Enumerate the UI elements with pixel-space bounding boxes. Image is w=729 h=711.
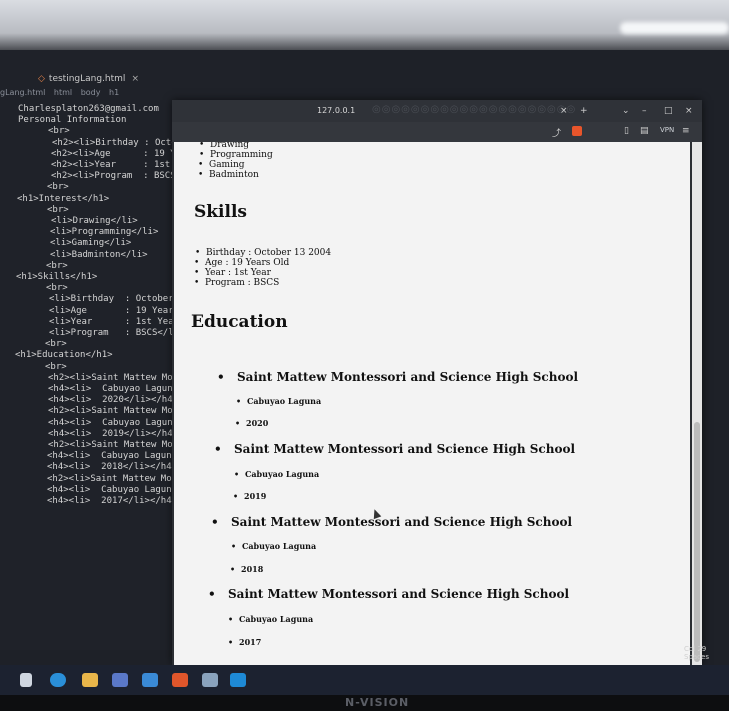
scrollbar[interactable] [692, 142, 702, 665]
close-tab-icon[interactable]: × [560, 106, 568, 116]
school-year: 2017 [228, 637, 261, 647]
code-line: <h2><li>Birthday : Octob [52, 137, 183, 148]
school-place: Cabuyao Laguna [228, 614, 313, 624]
code-line: <h4><li> 2020</li></h4> [48, 395, 179, 406]
sidebar-icon[interactable]: ▯ [624, 126, 629, 136]
interest-item: Badminton [198, 170, 259, 180]
school-name: Saint Mattew Montessori and Science High… [217, 370, 578, 384]
skill-item: Year : 1st Year [194, 268, 271, 278]
maximize-icon[interactable]: □ [664, 106, 673, 116]
minimize-icon[interactable]: – [642, 106, 647, 116]
school-place: Cabuyao Laguna [236, 396, 321, 406]
interest-item: Programming [199, 150, 273, 160]
school-place: Cabuyao Laguna [234, 469, 319, 479]
skill-item: Age : 19 Years Old [194, 258, 289, 268]
menu-icon[interactable]: ≡ [682, 126, 690, 136]
code-line: <h2><li>Program : BSCS [51, 171, 176, 182]
browser-window: 127.0.0.1 ◎◎◎◎◎◎◎◎◎◎◎◎◎◎◎◎◎◎◎◎◎ × + ⌄ – … [172, 100, 702, 665]
code-line: <br> [45, 361, 67, 372]
skill-item: Program : BSCS [194, 278, 279, 288]
code-line: <h1>Education</h1> [15, 350, 113, 361]
ceiling-light [620, 22, 729, 34]
school-name: Saint Mattew Montessori and Science High… [211, 515, 572, 529]
store-icon[interactable] [112, 673, 128, 687]
share-icon[interactable]: ⤴ [552, 126, 561, 139]
code-line: <h4><li> 2018</li></h4> [47, 462, 178, 473]
browser-toolbar: ⤴ ▯ ▤ ≡ [172, 122, 702, 142]
skills-heading: Skills [194, 202, 248, 222]
code-line: <li>Programming</li> [50, 227, 159, 238]
code-line: Charlesplaton263@gmail.com [18, 104, 159, 114]
code-line: <h2><li>Year : 1st Y [51, 160, 182, 170]
code-line: <h1>Skills</h1> [16, 272, 98, 282]
code-line: <h1>Interest</h1> [17, 193, 110, 204]
indent-setting[interactable]: Spaces [684, 653, 709, 661]
web-page: Drawing Programming Gaming Badminton Ski… [174, 142, 690, 665]
code-line: <br> [46, 260, 68, 271]
html-file-icon: ◇ [38, 74, 45, 84]
code-line: <br> [47, 204, 69, 215]
code-line: <h4><li> 2019</li></h4> [48, 428, 179, 439]
scrollbar-thumb[interactable] [694, 422, 700, 662]
new-tab-icon[interactable]: + [580, 106, 588, 116]
school-name: Saint Mattew Montessori and Science High… [208, 587, 569, 601]
code-line: <br> [47, 182, 69, 193]
brave-shield-icon[interactable] [572, 126, 582, 136]
code-line: <li>Badminton</li> [50, 249, 148, 260]
mail-icon[interactable] [142, 673, 158, 687]
interest-item: Drawing [199, 142, 249, 150]
school-name: Saint Mattew Montessori and Science High… [214, 442, 575, 456]
editor-tab[interactable]: ◇ testingLang.html × [38, 74, 139, 84]
school-year: 2019 [233, 491, 266, 501]
interest-item: Gaming [198, 160, 244, 170]
tab-strip: ◎◎◎◎◎◎◎◎◎◎◎◎◎◎◎◎◎◎◎◎◎ [372, 104, 577, 115]
browser-titlebar: 127.0.0.1 ◎◎◎◎◎◎◎◎◎◎◎◎◎◎◎◎◎◎◎◎◎ × + ⌄ – … [172, 100, 702, 122]
school-place: Cabuyao Laguna [231, 541, 316, 551]
wallet-icon[interactable]: ▤ [640, 126, 649, 136]
vscode-icon[interactable] [230, 673, 246, 687]
monitor-screen: ◇ testingLang.html × gLang.html html body … [0, 50, 729, 670]
code-line: <li>Drawing</li> [51, 216, 138, 226]
tab-url[interactable]: 127.0.0.1 [317, 106, 355, 115]
code-line: <br> [45, 339, 67, 350]
skill-item: Birthday : October 13 2004 [195, 248, 331, 258]
close-window-icon[interactable]: × [685, 106, 693, 116]
code-line: Personal Information [18, 115, 127, 126]
task-view-icon[interactable] [20, 673, 32, 687]
breadcrumb-html[interactable]: html [54, 88, 72, 97]
edge-icon[interactable] [50, 673, 66, 687]
taskbar [0, 665, 729, 695]
breadcrumb-body[interactable]: body [81, 88, 101, 97]
code-line: <h4><li> 2017</li></h4> [47, 496, 178, 506]
file-explorer-icon[interactable] [82, 673, 98, 687]
brave-icon[interactable] [172, 673, 188, 687]
close-icon[interactable]: × [131, 74, 139, 84]
monitor-brand: N-VISION [345, 696, 410, 709]
status-bar: Col 29 Spaces [684, 645, 729, 661]
breadcrumb-h1[interactable]: h1 [109, 88, 119, 97]
chevron-down-icon[interactable]: ⌄ [622, 106, 630, 116]
code-line: <li>Program : BSCS</li> [49, 328, 185, 338]
editor-tab-title: testingLang.html [48, 74, 126, 84]
school-year: 2018 [230, 564, 263, 574]
breadcrumb-file[interactable]: gLang.html [0, 88, 45, 97]
code-line: <li>Gaming</li> [50, 238, 132, 249]
code-line: <h2><li>Age : 19 Ye [51, 148, 182, 159]
code-line: <br> [46, 283, 68, 294]
vpn-button[interactable]: VPN [660, 126, 674, 134]
school-year: 2020 [235, 418, 268, 428]
code-line: <br> [48, 126, 70, 137]
education-heading: Education [191, 312, 288, 332]
app-icon[interactable] [202, 673, 218, 687]
cursor-position[interactable]: Col 29 [684, 645, 706, 653]
breadcrumb: gLang.html html body h1 [0, 88, 125, 97]
